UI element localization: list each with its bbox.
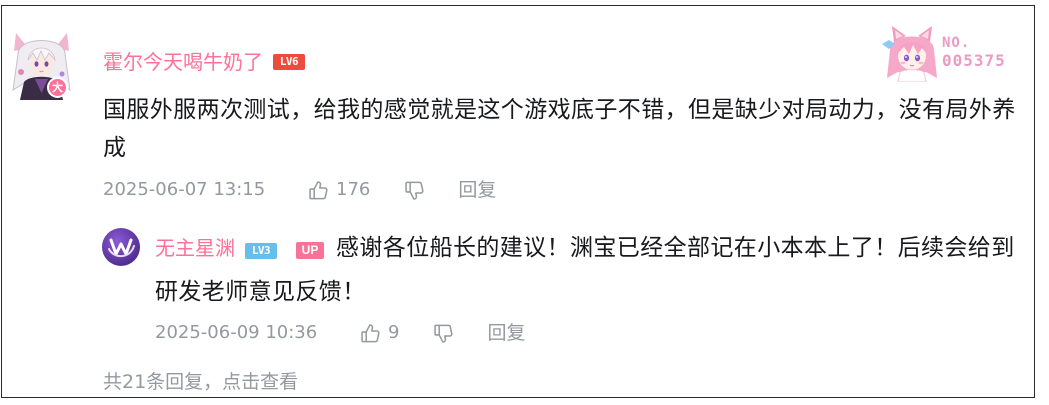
reply-level-badge: LV3 xyxy=(245,242,277,259)
thumbs-up-icon[interactable] xyxy=(359,322,382,345)
fan-card-prefix: NO. xyxy=(942,35,971,51)
reply-avatar-image xyxy=(102,228,140,266)
fan-card-number: 005375 xyxy=(942,51,1006,70)
comment-time: 2025-06-07 13:15 xyxy=(103,179,266,200)
like-count: 176 xyxy=(336,179,371,200)
reply-time: 2025-06-09 10:36 xyxy=(155,322,318,343)
comment-thread: 大 霍尔今天喝牛奶了 LV6 NO. 005375 国服外服两次测试，给我的感觉… xyxy=(0,0,1049,405)
thumbs-down-icon[interactable] xyxy=(403,179,426,202)
dislike-button[interactable] xyxy=(403,179,426,202)
reply-content: 无主星渊 LV3 UP 感谢各位船长的建议！渊宝已经全部记在小本本上了！后续会给到研发… xyxy=(155,227,1020,315)
reply-meta: 2025-06-09 10:36 9 回复 xyxy=(155,321,525,345)
reply-like-button[interactable]: 9 xyxy=(359,321,399,345)
level-badge: LV6 xyxy=(273,54,305,70)
thumbs-down-icon[interactable] xyxy=(432,322,455,345)
user-avatar[interactable]: 大 xyxy=(8,30,75,100)
like-button[interactable]: 176 xyxy=(307,178,370,202)
thumbs-up-icon[interactable] xyxy=(307,179,330,202)
reply-button[interactable]: 回复 xyxy=(458,178,496,202)
fan-card-character-image xyxy=(882,26,937,82)
reply-like-count: 9 xyxy=(388,322,400,343)
comment-header: 霍尔今天喝牛奶了 LV6 xyxy=(103,50,305,74)
comment-text: 国服外服两次测试，给我的感觉就是这个游戏底子不错，但是缺少对局动力，没有局外养成 xyxy=(103,97,1016,161)
reply-reply-button[interactable]: 回复 xyxy=(487,321,525,345)
comment-meta: 2025-06-07 13:15 176 回复 xyxy=(103,178,496,202)
reply-username[interactable]: 无主星渊 xyxy=(155,236,235,260)
username[interactable]: 霍尔今天喝牛奶了 xyxy=(103,50,263,74)
vip-badge: 大 xyxy=(47,77,68,98)
fan-card[interactable]: NO. 005375 xyxy=(880,24,1010,82)
up-badge: UP xyxy=(296,242,324,259)
reply-dislike-button[interactable] xyxy=(432,322,455,345)
reply-text: 感谢各位船长的建议！渊宝已经全部记在小本本上了！后续会给到研发老师意见反馈！ xyxy=(155,235,1015,305)
reply-user-avatar[interactable] xyxy=(102,228,140,266)
view-more-replies[interactable]: 共21条回复，点击查看 xyxy=(103,370,298,394)
